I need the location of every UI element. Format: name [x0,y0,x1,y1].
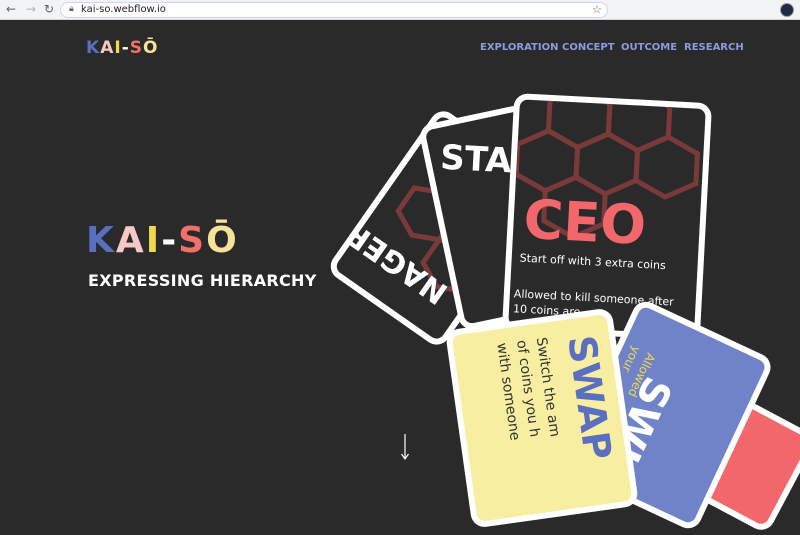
hero-logo-letter-o: Ō [206,220,239,261]
lock-icon: 🔒︎ [69,4,74,14]
hero-logo-letter-k: K [86,220,116,261]
back-arrow-icon[interactable]: ← [4,2,18,16]
card-swap: SWAP Switch the am of coins you h with s… [444,307,640,529]
bookmark-star-icon[interactable]: ☆ [592,3,602,17]
logo-dash: - [121,38,130,58]
logo-letter-o: Ō [143,38,159,58]
nav-link-exploration[interactable]: EXPLORATION [480,42,558,53]
card-swap-title: SWAP [559,332,621,463]
nav-link-research[interactable]: RESEARCH [684,42,744,53]
scroll-down-arrow-icon[interactable] [400,434,410,461]
hero-logo-dash: - [161,220,179,261]
hero-logo-letter-i: I [145,220,162,261]
hero-logo-letter-a: A [115,220,146,261]
profile-avatar[interactable] [780,3,794,17]
nav-link-concept[interactable]: CONCEPT [562,42,615,53]
browser-toolbar: ← → ↻ 🔒︎ kai-so.webflow.io ☆ [0,0,800,20]
logo-letter-a: A [100,38,115,58]
logo-letter-s: S [129,38,143,58]
hero-logo-letter-s: S [178,220,207,261]
url-text: kai-so.webflow.io [81,4,166,15]
hero-tagline: EXPRESSING HIERARCHY [88,271,317,290]
logo-letter-i: I [114,38,122,58]
nav-link-outcome[interactable]: OUTCOME [621,42,677,53]
logo-letter-k: K [86,38,101,58]
site-logo[interactable]: KAI-SŌ [86,38,158,58]
hero-logo: KAI-SŌ [86,220,239,261]
card-ceo: CEO Start off with 3 extra coins Allowed… [501,92,713,342]
forward-arrow-icon[interactable]: → [24,2,38,16]
reload-icon[interactable]: ↻ [42,2,56,16]
address-bar[interactable]: 🔒︎ kai-so.webflow.io ☆ [60,2,608,18]
card-ceo-title: CEO [522,187,648,258]
